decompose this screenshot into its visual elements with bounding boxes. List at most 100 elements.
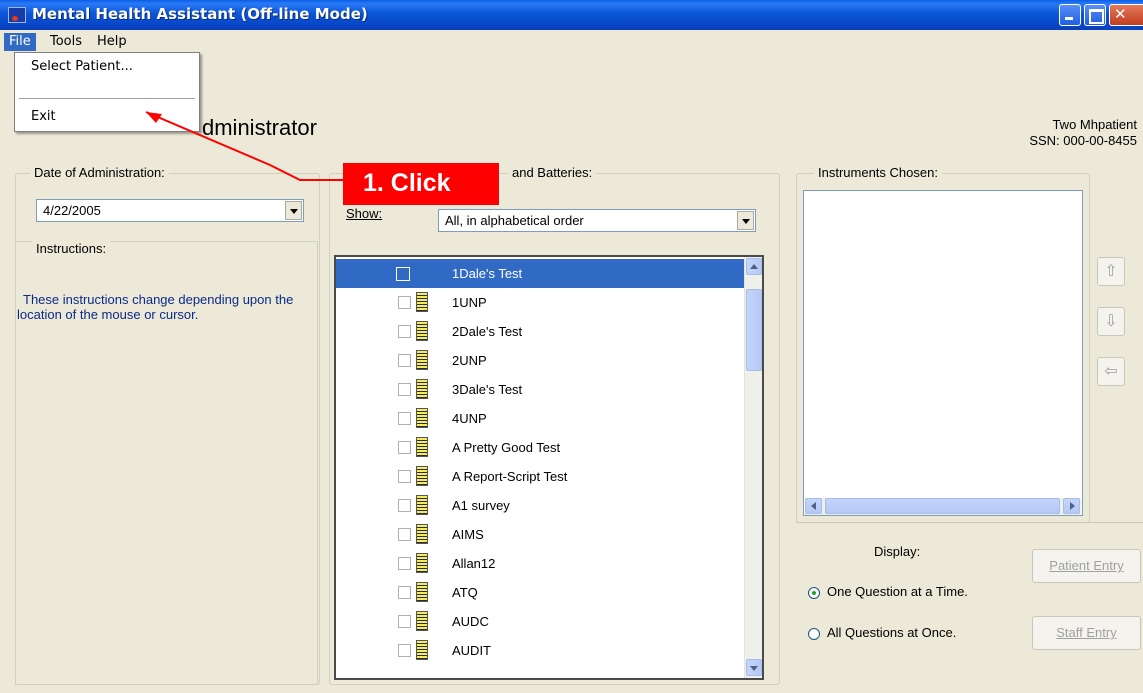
instrument-icon [416, 611, 428, 631]
item-checkbox[interactable] [398, 557, 411, 570]
item-checkbox[interactable] [398, 586, 411, 599]
item-checkbox[interactable] [398, 296, 411, 309]
item-label: A1 survey [452, 498, 510, 513]
instructions-legend: Instructions: [32, 241, 111, 256]
instruments-list[interactable]: 1Dale's Test 1UNP 2Dale's Test 2UNP 3Dal… [334, 255, 764, 680]
date-legend: Date of Administration: [30, 165, 169, 180]
item-label: AIMS [452, 527, 484, 542]
instrument-icon [416, 408, 428, 428]
list-item[interactable]: A Report-Script Test [336, 462, 744, 491]
show-filter-value: All, in alphabetical order [445, 213, 584, 228]
chevron-down-icon[interactable] [737, 211, 754, 230]
scroll-left-icon[interactable] [805, 498, 822, 514]
item-label: 1UNP [452, 295, 487, 310]
chosen-instruments-list[interactable] [803, 190, 1083, 516]
scroll-thumb[interactable] [746, 289, 762, 371]
menu-separator [19, 98, 195, 99]
radio-one-question[interactable]: One Question at a Time. [808, 584, 968, 599]
menu-tools[interactable]: Tools [45, 33, 87, 51]
arrow-up-icon: ⇧ [1104, 261, 1118, 280]
list-item[interactable]: 2UNP [336, 346, 744, 375]
list-item[interactable]: 4UNP [336, 404, 744, 433]
chosen-legend: Instruments Chosen: [814, 165, 942, 180]
item-checkbox[interactable] [398, 412, 411, 425]
list-item[interactable]: ATQ [336, 578, 744, 607]
patient-name: Two Mhpatient [1052, 117, 1137, 132]
item-checkbox[interactable] [398, 383, 411, 396]
callout-label: 1. Click [343, 163, 499, 205]
item-checkbox[interactable] [396, 267, 410, 281]
list-item[interactable]: 1UNP [336, 288, 744, 317]
radio-all-questions-label: All Questions at Once. [827, 625, 957, 640]
item-label: 4UNP [452, 411, 487, 426]
instrument-icon [416, 466, 428, 486]
item-checkbox[interactable] [398, 499, 411, 512]
item-label: A Pretty Good Test [452, 440, 561, 455]
chevron-down-icon[interactable] [285, 201, 302, 220]
menu-help[interactable]: Help [92, 33, 132, 51]
list-item[interactable]: 3Dale's Test [336, 375, 744, 404]
item-label: AUDC [452, 614, 489, 629]
item-checkbox[interactable] [398, 441, 411, 454]
menu-item-select-patient[interactable]: Select Patient... [17, 55, 197, 77]
menu-bar: File Tools Help [0, 30, 1143, 52]
instrument-icon [416, 495, 428, 515]
list-item[interactable]: A Pretty Good Test [336, 433, 744, 462]
move-down-button[interactable]: ⇩ [1097, 307, 1125, 336]
instrument-icon [416, 553, 428, 573]
item-checkbox[interactable] [398, 644, 411, 657]
close-button[interactable] [1109, 4, 1143, 26]
app-icon [8, 7, 26, 23]
patient-entry-button[interactable]: Patient Entry [1032, 549, 1141, 583]
instrument-icon [416, 437, 428, 457]
window-title: Mental Health Assistant (Off-line Mode) [32, 5, 368, 23]
instrument-icon [416, 350, 428, 370]
chosen-hscrollbar[interactable] [805, 498, 1081, 515]
item-checkbox[interactable] [398, 470, 411, 483]
maximize-button[interactable] [1084, 4, 1106, 26]
menu-item-exit[interactable]: Exit [17, 105, 197, 127]
list-item[interactable]: 1Dale's Test [336, 259, 744, 288]
list-scrollbar[interactable] [744, 257, 762, 678]
patient-ssn: SSN: 000-00-8455 [1029, 133, 1137, 148]
item-label: ATQ [452, 585, 478, 600]
menu-file[interactable]: File [4, 33, 36, 51]
item-label: 1Dale's Test [452, 266, 523, 281]
staff-entry-button[interactable]: Staff Entry [1032, 616, 1141, 650]
date-value: 4/22/2005 [43, 203, 101, 218]
list-item[interactable]: 2Dale's Test [336, 317, 744, 346]
scroll-down-icon[interactable] [746, 659, 762, 676]
item-checkbox[interactable] [398, 354, 411, 367]
instrument-icon [416, 582, 428, 602]
radio-selected-icon[interactable] [808, 586, 820, 599]
page-title: dministrator [202, 115, 317, 140]
date-combo[interactable]: 4/22/2005 [36, 199, 304, 222]
list-item[interactable]: AUDIT [336, 636, 744, 665]
radio-unselected-icon[interactable] [808, 627, 820, 640]
item-label: AUDIT [452, 643, 491, 658]
radio-one-question-label: One Question at a Time. [827, 584, 968, 599]
list-item[interactable]: Allan12 [336, 549, 744, 578]
item-label: 3Dale's Test [452, 382, 523, 397]
item-checkbox[interactable] [398, 528, 411, 541]
list-item[interactable]: AUDC [336, 607, 744, 636]
instructions-text: These instructions change depending upon… [17, 292, 294, 322]
title-bar: Mental Health Assistant (Off-line Mode) [0, 0, 1143, 30]
remove-instrument-button[interactable]: ⇦ [1097, 357, 1125, 386]
instruments-legend: and Batteries: [508, 165, 597, 180]
radio-all-questions[interactable]: All Questions at Once. [808, 625, 956, 640]
move-up-button[interactable]: ⇧ [1097, 257, 1125, 286]
show-filter-combo[interactable]: All, in alphabetical order [438, 209, 756, 232]
arrow-left-icon: ⇦ [1104, 361, 1118, 380]
item-checkbox[interactable] [398, 615, 411, 628]
list-item[interactable]: A1 survey [336, 491, 744, 520]
item-checkbox[interactable] [398, 325, 411, 338]
hscroll-thumb[interactable] [825, 498, 1060, 514]
item-label: 2UNP [452, 353, 487, 368]
instrument-icon [416, 321, 428, 341]
scroll-right-icon[interactable] [1063, 498, 1080, 514]
scroll-up-icon[interactable] [746, 258, 762, 275]
list-item[interactable]: AIMS [336, 520, 744, 549]
minimize-button[interactable] [1059, 4, 1081, 26]
file-menu-dropdown: Select Patient... Exit [14, 52, 200, 132]
